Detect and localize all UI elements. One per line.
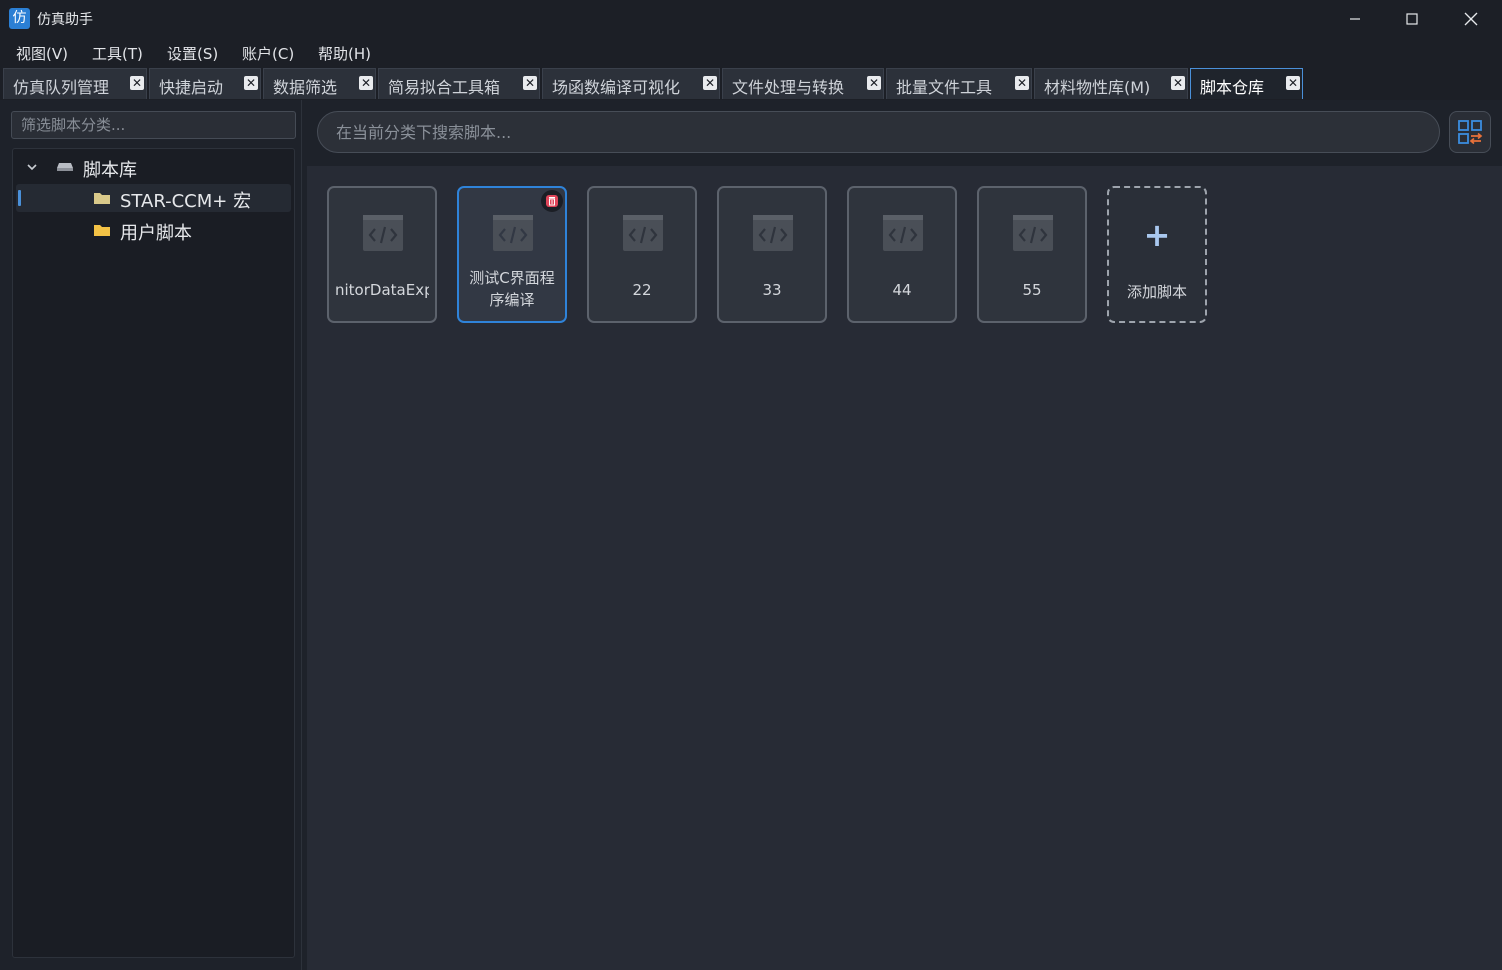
add-script-button[interactable]: + 添加脚本 xyxy=(1107,186,1207,323)
tree-item-star-ccm[interactable]: STAR-CCM+ 宏 xyxy=(16,184,291,212)
close-icon xyxy=(1464,12,1478,26)
maximize-icon xyxy=(1406,13,1418,25)
plus-icon: + xyxy=(1143,216,1171,254)
script-search-input[interactable] xyxy=(317,111,1440,153)
script-card-label: 测试C界面程序编译 xyxy=(469,269,555,309)
tab-close-icon[interactable]: ✕ xyxy=(359,76,373,90)
tab-label: 文件处理与转换 xyxy=(732,78,845,97)
menu-tools[interactable]: 工具(T) xyxy=(92,43,143,64)
app-icon: 仿 xyxy=(9,8,30,29)
category-filter-input[interactable] xyxy=(11,111,296,139)
close-window-button[interactable] xyxy=(1442,0,1500,38)
drive-icon xyxy=(57,163,73,171)
tab-label: 仿真队列管理 xyxy=(13,78,110,97)
tab-close-icon[interactable]: ✕ xyxy=(1286,76,1300,90)
script-card-label: nitorDataExpo xyxy=(335,281,429,299)
tab-close-icon[interactable]: ✕ xyxy=(703,76,717,90)
folder-icon xyxy=(94,225,110,236)
tab-close-icon[interactable]: ✕ xyxy=(867,76,881,90)
delete-script-button[interactable] xyxy=(541,190,563,212)
tab-field-function[interactable]: 场函数编译可视化 ✕ xyxy=(542,68,720,99)
tab-material-library[interactable]: 材料物性库(M) ✕ xyxy=(1034,68,1188,99)
script-card-label: 55 xyxy=(1022,281,1042,299)
script-card[interactable]: nitorDataExpo xyxy=(327,186,437,323)
tab-bar: 仿真队列管理 ✕ 快捷启动 ✕ 数据筛选 ✕ 简易拟合工具箱 ✕ 场函数编译可视… xyxy=(0,67,1502,100)
trash-icon xyxy=(546,195,558,207)
grid-switch-icon xyxy=(1458,120,1483,145)
code-file-icon xyxy=(883,215,923,251)
chevron-down-icon[interactable] xyxy=(25,160,39,174)
script-card[interactable]: 55 xyxy=(977,186,1087,323)
tab-quick-launch[interactable]: 快捷启动 ✕ xyxy=(149,68,261,99)
tab-label: 简易拟合工具箱 xyxy=(388,78,501,97)
minimize-button[interactable] xyxy=(1326,0,1384,38)
tree-root[interactable]: 脚本库 xyxy=(13,153,294,181)
code-file-icon xyxy=(623,215,663,251)
script-grid: nitorDataExpo 测试C界面程序编译 22 33 44 55 + 添加… xyxy=(307,166,1502,970)
window-title: 仿真助手 xyxy=(37,12,93,28)
tab-label: 批量文件工具 xyxy=(896,78,993,97)
tab-label: 场函数编译可视化 xyxy=(552,78,681,97)
search-area xyxy=(307,100,1502,166)
tab-close-icon[interactable]: ✕ xyxy=(130,76,144,90)
tab-label: 快捷启动 xyxy=(159,78,224,97)
script-card[interactable]: 22 xyxy=(587,186,697,323)
tab-sim-queue[interactable]: 仿真队列管理 ✕ xyxy=(3,68,147,99)
folder-icon xyxy=(94,193,110,204)
tree-item-user-scripts[interactable]: 用户脚本 xyxy=(16,216,291,244)
tab-script-repo[interactable]: 脚本仓库 ✕ xyxy=(1190,68,1303,99)
code-file-icon xyxy=(1013,215,1053,251)
maximize-button[interactable] xyxy=(1383,0,1441,38)
tree-item-label: STAR-CCM+ 宏 xyxy=(120,191,252,212)
menu-account[interactable]: 账户(C) xyxy=(242,43,294,64)
script-card-label: 44 xyxy=(892,281,912,299)
code-file-icon xyxy=(493,215,533,251)
tab-close-icon[interactable]: ✕ xyxy=(523,76,537,90)
title-bar: 仿 仿真助手 xyxy=(0,0,1502,38)
add-script-label: 添加脚本 xyxy=(1126,283,1187,301)
tab-close-icon[interactable]: ✕ xyxy=(1015,76,1029,90)
view-toggle-button[interactable] xyxy=(1449,111,1491,153)
tab-label: 材料物性库(M) xyxy=(1044,78,1151,97)
script-card-label: 22 xyxy=(632,281,652,299)
script-card[interactable]: 测试C界面程序编译 xyxy=(457,186,567,323)
tab-close-icon[interactable]: ✕ xyxy=(1171,76,1185,90)
selection-indicator xyxy=(18,190,21,206)
category-tree: 脚本库 STAR-CCM+ 宏 用户脚本 xyxy=(12,148,295,958)
tab-fitting-toolbox[interactable]: 简易拟合工具箱 ✕ xyxy=(378,68,540,99)
script-card-label: 33 xyxy=(762,281,782,299)
menu-settings[interactable]: 设置(S) xyxy=(167,43,218,64)
menu-help[interactable]: 帮助(H) xyxy=(318,43,371,64)
tree-item-label: 用户脚本 xyxy=(120,223,192,244)
menu-view[interactable]: 视图(V) xyxy=(16,43,68,64)
script-card[interactable]: 33 xyxy=(717,186,827,323)
menu-bar: 视图(V) 工具(T) 设置(S) 账户(C) 帮助(H) xyxy=(0,38,1502,67)
tree-root-label: 脚本库 xyxy=(83,160,137,181)
tab-close-icon[interactable]: ✕ xyxy=(244,76,258,90)
tab-label: 脚本仓库 xyxy=(1200,78,1265,97)
code-file-icon xyxy=(753,215,793,251)
tab-file-convert[interactable]: 文件处理与转换 ✕ xyxy=(722,68,884,99)
tab-data-filter[interactable]: 数据筛选 ✕ xyxy=(263,68,376,99)
script-card[interactable]: 44 xyxy=(847,186,957,323)
tab-label: 数据筛选 xyxy=(273,78,338,97)
code-file-icon xyxy=(363,215,403,251)
sidebar: 脚本库 STAR-CCM+ 宏 用户脚本 xyxy=(0,100,302,970)
minimize-icon xyxy=(1350,18,1360,20)
tab-batch-file[interactable]: 批量文件工具 ✕ xyxy=(886,68,1032,99)
